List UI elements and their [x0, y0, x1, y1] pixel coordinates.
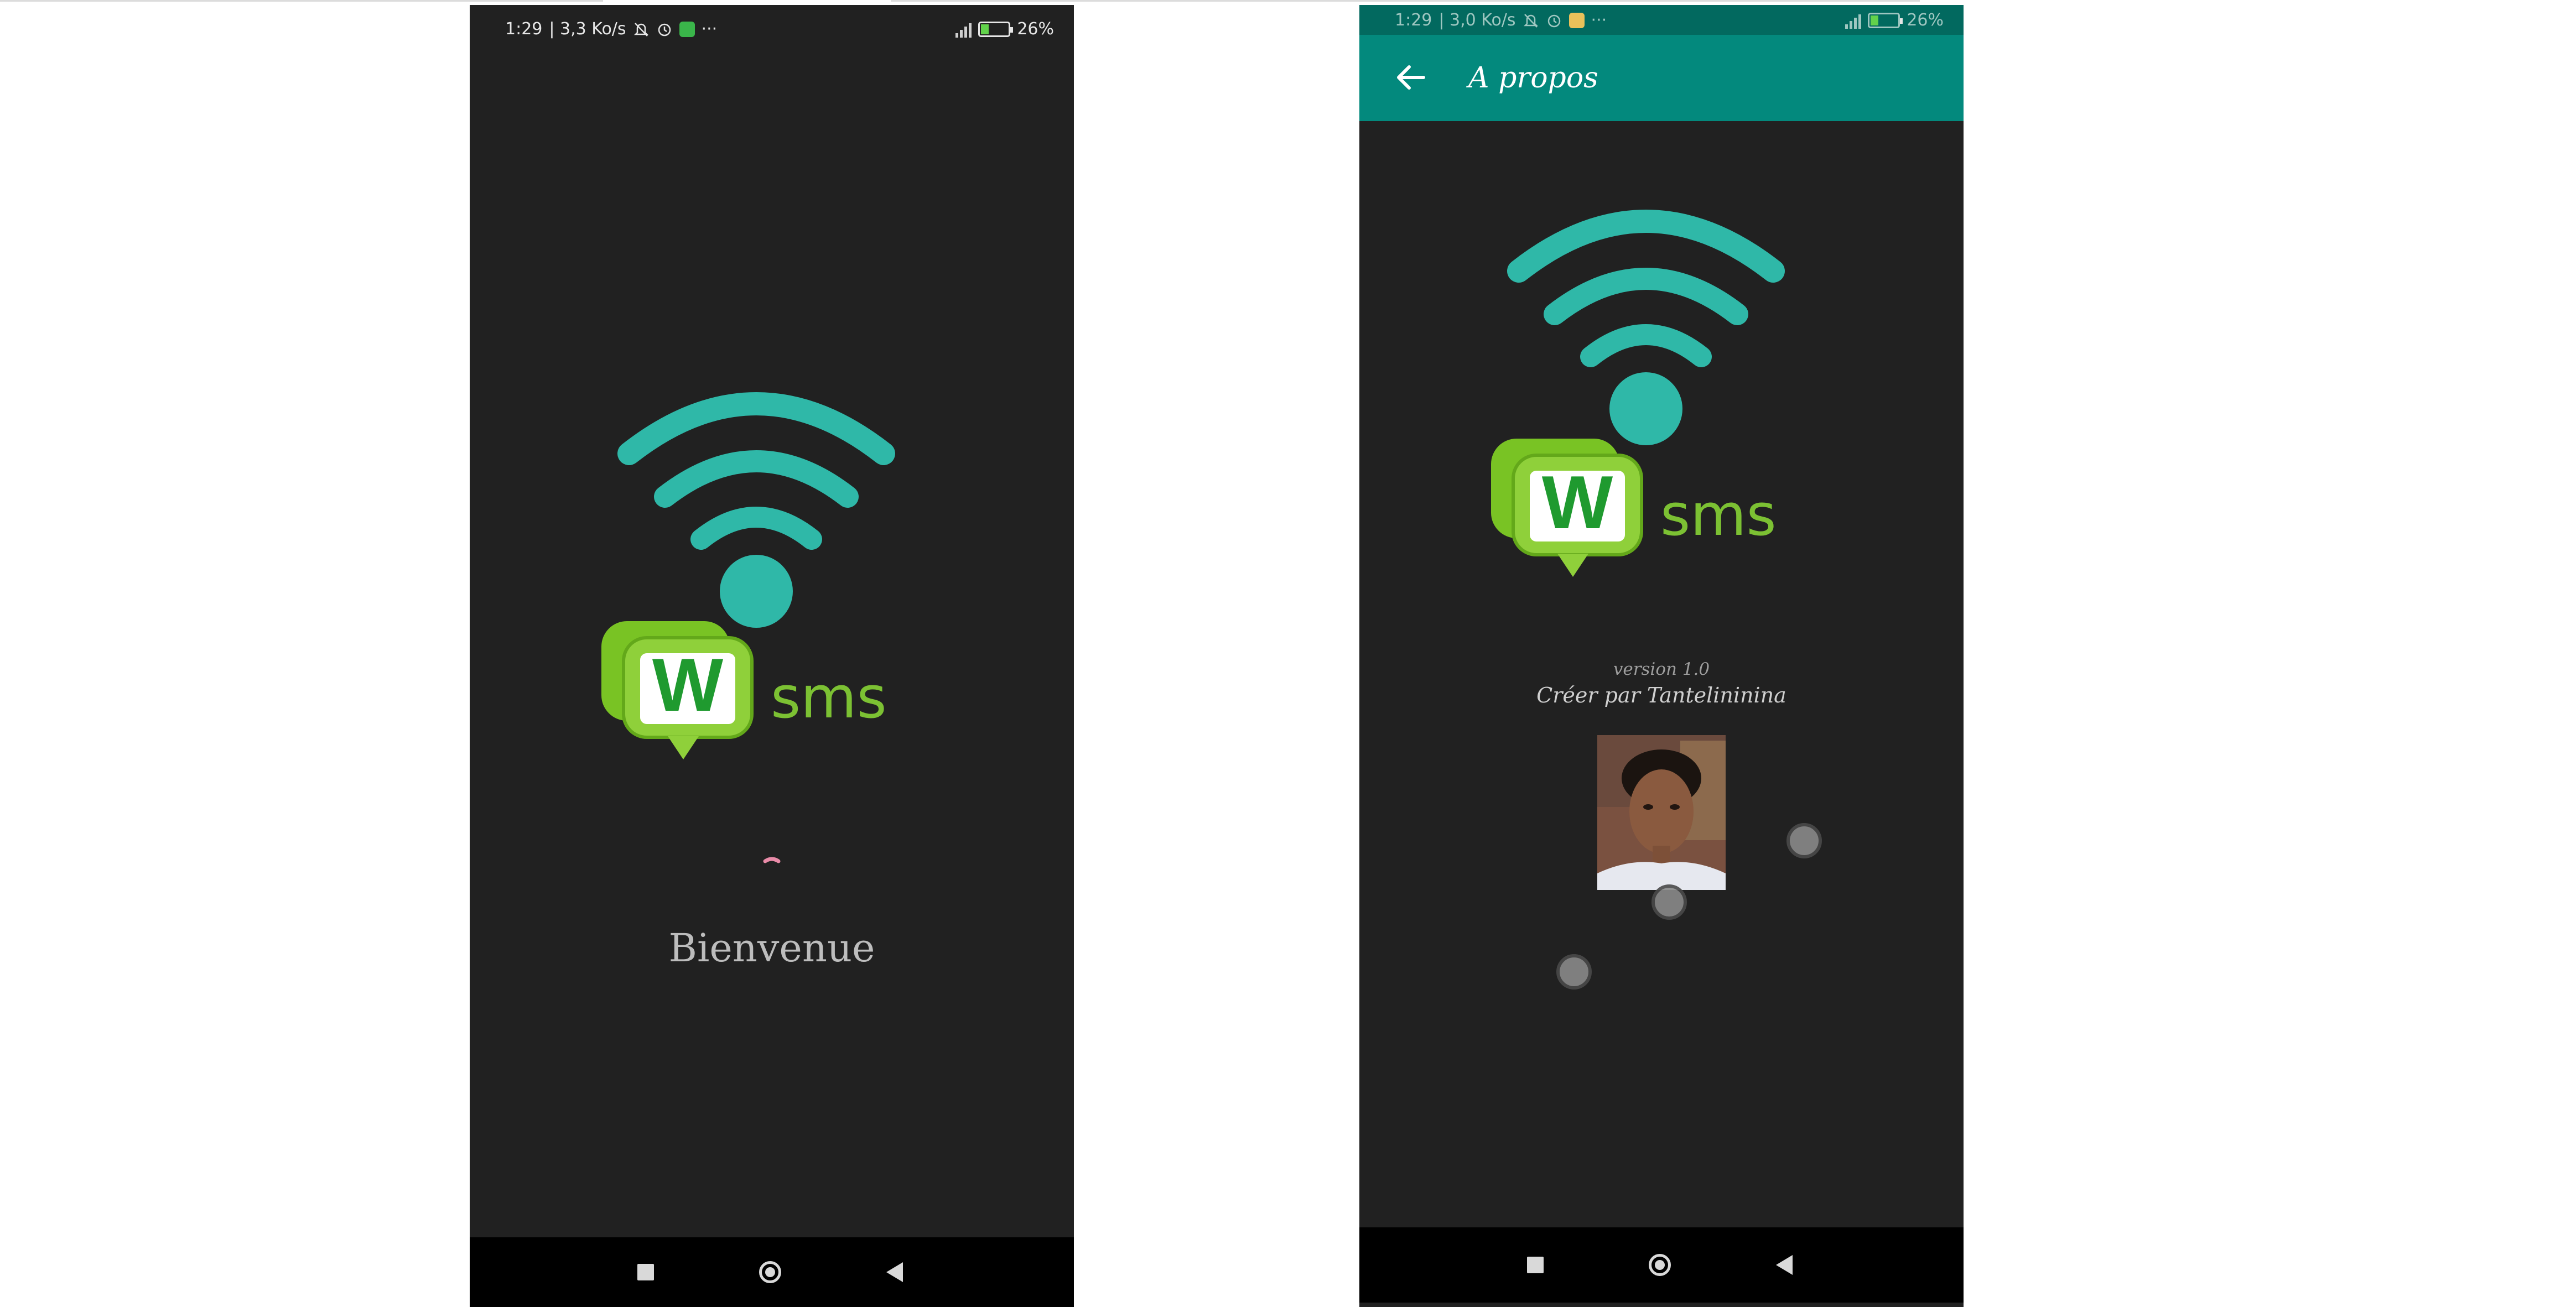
alarm-icon [658, 23, 671, 36]
top-rule [891, 0, 1920, 2]
app-notification-icon [679, 21, 695, 37]
battery-icon [1868, 12, 1903, 28]
top-rule [0, 0, 603, 2]
status-speed: | 3,3 Ko/s [549, 19, 626, 39]
about-screen: 1:29 | 3,0 Ko/s ··· 26% A propos W sms v… [1359, 5, 1964, 1307]
wsms-logo: W sms [601, 392, 895, 759]
status-time: 1:29 [1395, 11, 1432, 30]
signal-icon [1845, 12, 1862, 29]
signal-icon [955, 21, 972, 38]
wifi-icon [1507, 210, 1785, 367]
more-notifications-icon: ··· [1591, 11, 1607, 30]
loading-spinner [763, 857, 781, 863]
status-bar: 1:29 | 3,0 Ko/s ··· 26% [1359, 5, 1964, 35]
bubble-tail [668, 736, 699, 759]
app-notification-icon [1569, 12, 1585, 28]
bubble-tail [1557, 554, 1588, 577]
back-triangle-icon[interactable] [1776, 1255, 1793, 1275]
bell-off-icon [633, 22, 648, 37]
battery-percent: 26% [1907, 11, 1944, 30]
home-circle-icon[interactable] [759, 1261, 781, 1283]
welcome-text: Bienvenue [668, 925, 875, 971]
status-time: 1:29 [505, 19, 543, 39]
wifi-icon [617, 392, 895, 550]
battery-percent: 26% [1017, 19, 1054, 39]
page-title: A propos [1468, 61, 1598, 95]
battery-level [1871, 15, 1878, 25]
alarm-icon [1547, 14, 1560, 27]
system-navigation-bar [470, 1237, 1074, 1307]
battery-icon [978, 21, 1014, 37]
creator-text: Créer par Tantelininina [1536, 683, 1786, 707]
logo-sms: sms [1660, 481, 1777, 549]
arrow-back-icon[interactable] [1395, 64, 1426, 91]
version-text: version 1.0 [1613, 659, 1710, 679]
battery-level [981, 24, 989, 34]
recents-square-icon[interactable] [1527, 1257, 1544, 1273]
recents-square-icon[interactable] [637, 1264, 654, 1280]
touch-indicator [1786, 823, 1822, 858]
back-triangle-icon[interactable] [886, 1262, 903, 1282]
logo-sms: sms [771, 664, 887, 731]
status-bar: 1:29 | 3,3 Ko/s ··· 26% [470, 5, 1074, 39]
more-notifications-icon: ··· [701, 19, 718, 39]
splash-screen: 1:29 | 3,3 Ko/s ··· 26% W sms Bienvenue [470, 5, 1074, 1307]
app-bar: A propos [1359, 35, 1964, 121]
system-navigation-bar [1359, 1227, 1964, 1303]
wifi-dot [720, 555, 793, 628]
logo-w: W [652, 643, 724, 727]
wsms-logo: W sms [1491, 210, 1785, 577]
touch-indicator [1556, 954, 1592, 990]
logo-w: W [1542, 460, 1613, 544]
touch-indicator [1651, 884, 1687, 920]
creator-photo [1597, 735, 1726, 890]
bell-off-icon [1523, 13, 1538, 28]
status-speed: | 3,0 Ko/s [1438, 11, 1516, 30]
wifi-dot [1609, 372, 1682, 445]
home-circle-icon[interactable] [1649, 1254, 1671, 1276]
